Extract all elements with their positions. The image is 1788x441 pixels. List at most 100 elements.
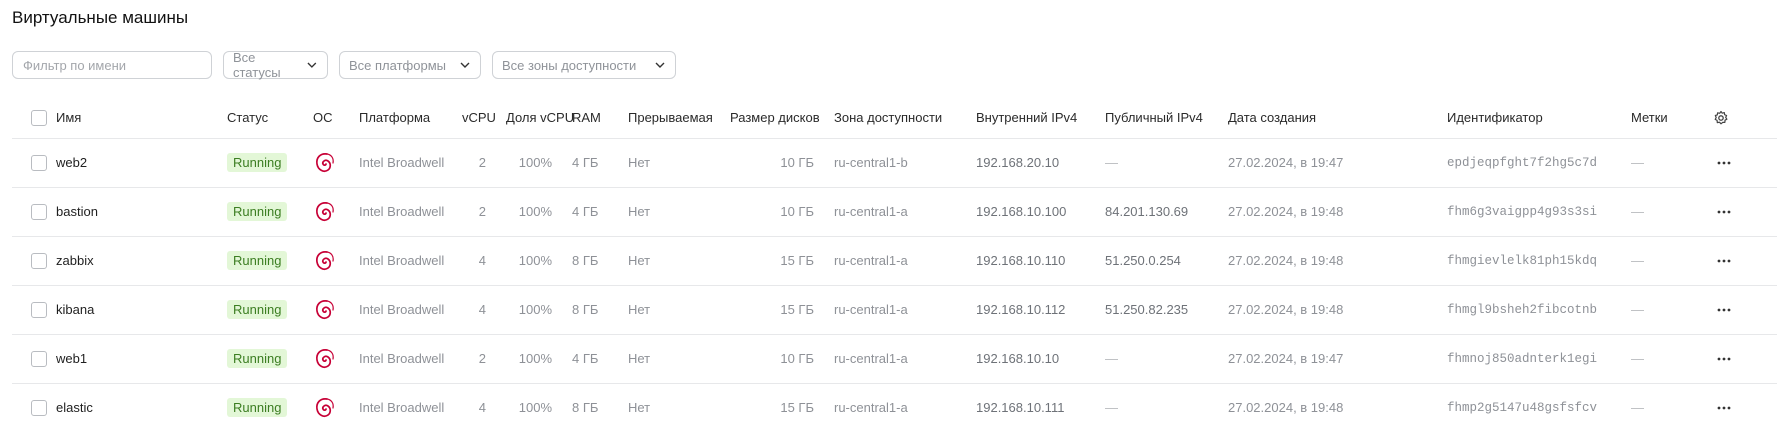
table-row[interactable]: kibana Running Intel Broadwell 4 100% 8 …: [12, 284, 1777, 334]
col-header-labels[interactable]: Метки: [1627, 98, 1702, 138]
more-actions-icon[interactable]: [1716, 204, 1732, 220]
col-header-created[interactable]: Дата создания: [1224, 98, 1443, 138]
col-header-status[interactable]: Статус: [223, 98, 309, 138]
created-date: 27.02.2024, в 19:48: [1224, 186, 1443, 236]
vcpu-share: 100%: [502, 186, 568, 236]
debian-icon: [316, 348, 334, 368]
more-actions-icon[interactable]: [1716, 400, 1732, 416]
vcpu-share: 100%: [502, 284, 568, 334]
vm-name[interactable]: zabbix: [52, 235, 223, 285]
vm-id: fhmp2g5147u48gsfsfcv: [1443, 382, 1627, 432]
more-actions-icon[interactable]: [1716, 351, 1732, 367]
col-header-public-ip[interactable]: Публичный IPv4: [1101, 98, 1224, 138]
preemptible: Нет: [624, 235, 726, 285]
vm-id: fhmnoj850adnterk1egi: [1443, 333, 1627, 383]
col-header-platform[interactable]: Платформа: [355, 98, 458, 138]
zone-select[interactable]: Все зоны доступности: [492, 51, 676, 79]
status-select[interactable]: Все статусы: [223, 50, 328, 80]
public-ip: —: [1101, 137, 1224, 187]
col-header-internal-ip[interactable]: Внутренний IPv4: [972, 98, 1101, 138]
internal-ip: 192.168.10.112: [972, 284, 1101, 334]
public-ip: —: [1101, 333, 1224, 383]
vcpu: 4: [458, 382, 502, 432]
col-header-ram[interactable]: RAM: [568, 98, 624, 138]
vm-name[interactable]: kibana: [52, 284, 223, 334]
vm-id: fhmgl9bsheh2fibcotnb: [1443, 284, 1627, 334]
more-actions-icon[interactable]: [1716, 253, 1732, 269]
disk-size: 10 ГБ: [726, 137, 830, 187]
table-row[interactable]: web2 Running Intel Broadwell 2 100% 4 ГБ…: [12, 137, 1777, 187]
col-header-vcpu[interactable]: vCPU: [458, 98, 502, 138]
vm-name[interactable]: web1: [52, 333, 223, 383]
page-title: Виртуальные машины: [12, 8, 189, 27]
col-header-name[interactable]: Имя: [52, 98, 223, 138]
col-header-id[interactable]: Идентификатор: [1443, 98, 1627, 138]
status-badge: Running: [227, 153, 288, 172]
platform-select[interactable]: Все платформы: [339, 51, 481, 79]
name-filter-input[interactable]: [12, 51, 212, 79]
vcpu: 4: [458, 284, 502, 334]
platform-select-value: Все платформы: [349, 57, 446, 73]
col-header-vcpu-share[interactable]: Доля vCPU: [502, 98, 574, 138]
created-date: 27.02.2024, в 19:48: [1224, 284, 1443, 334]
disk-size: 10 ГБ: [726, 333, 830, 383]
col-header-preemptible[interactable]: Прерываемая: [624, 98, 726, 138]
preemptible: Нет: [624, 137, 726, 187]
ram: 4 ГБ: [568, 137, 624, 187]
status-badge: Running: [227, 202, 288, 221]
select-all-checkbox[interactable]: [31, 109, 47, 126]
vm-id: fhm6g3vaigpp4g93s3si: [1443, 186, 1627, 236]
more-actions-icon[interactable]: [1716, 302, 1732, 318]
debian-icon: [316, 299, 334, 319]
zone: ru-central1-a: [830, 382, 972, 432]
labels: —: [1627, 333, 1702, 383]
vcpu: 4: [458, 235, 502, 285]
zone: ru-central1-b: [830, 137, 972, 187]
vcpu: 2: [458, 137, 502, 187]
zone: ru-central1-a: [830, 333, 972, 383]
row-checkbox[interactable]: [31, 252, 47, 269]
status-badge: Running: [227, 398, 288, 418]
more-actions-icon[interactable]: [1716, 155, 1732, 171]
created-date: 27.02.2024, в 19:47: [1224, 333, 1443, 383]
zone-select-value: Все зоны доступности: [502, 57, 637, 73]
chevron-down-icon: [655, 62, 665, 68]
debian-icon: [316, 397, 334, 417]
internal-ip: 192.168.10.111: [972, 382, 1101, 432]
public-ip: 84.201.130.69: [1101, 186, 1224, 236]
disk-size: 15 ГБ: [726, 235, 830, 285]
table-row[interactable]: web1 Running Intel Broadwell 2 100% 4 ГБ…: [12, 333, 1777, 383]
vm-id: fhmgievlelk81ph15kdq: [1443, 235, 1627, 285]
col-header-zone[interactable]: Зона доступности: [830, 98, 972, 138]
row-checkbox[interactable]: [31, 301, 47, 318]
disk-size: 15 ГБ: [726, 284, 830, 334]
row-checkbox[interactable]: [31, 399, 47, 416]
vm-table: Имя Статус ОС Платформа vCPU Доля vCPU R…: [12, 98, 1777, 432]
row-checkbox[interactable]: [31, 203, 47, 220]
debian-icon: [316, 201, 334, 221]
public-ip: —: [1101, 382, 1224, 432]
platform: Intel Broadwell: [355, 382, 458, 432]
col-header-disk-size[interactable]: Размер дисков: [726, 98, 830, 138]
platform: Intel Broadwell: [355, 186, 458, 236]
platform: Intel Broadwell: [355, 235, 458, 285]
debian-icon: [316, 152, 334, 172]
vm-name[interactable]: web2: [52, 137, 223, 187]
status-badge: Running: [227, 349, 288, 368]
table-row[interactable]: bastion Running Intel Broadwell 2 100% 4…: [12, 186, 1777, 236]
labels: —: [1627, 284, 1702, 334]
platform: Intel Broadwell: [355, 137, 458, 187]
vm-name[interactable]: bastion: [52, 186, 223, 236]
row-checkbox[interactable]: [31, 350, 47, 367]
col-header-os[interactable]: ОС: [309, 98, 355, 138]
table-row[interactable]: elastic Running Intel Broadwell 4 100% 8…: [12, 382, 1777, 432]
settings-cell: [1702, 98, 1777, 138]
ram: 8 ГБ: [568, 284, 624, 334]
status-badge: Running: [227, 300, 288, 319]
internal-ip: 192.168.10.100: [972, 186, 1101, 236]
table-row[interactable]: zabbix Running Intel Broadwell 4 100% 8 …: [12, 235, 1777, 285]
vm-name[interactable]: elastic: [52, 382, 223, 432]
row-checkbox[interactable]: [31, 154, 47, 171]
ram: 8 ГБ: [568, 235, 624, 285]
gear-icon[interactable]: [1713, 110, 1729, 126]
